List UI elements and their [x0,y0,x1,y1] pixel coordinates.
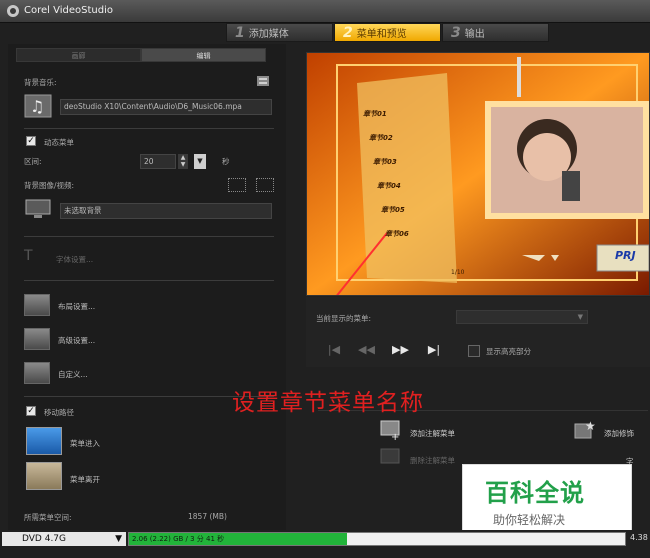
go-to-end-icon[interactable]: ▶| [426,343,442,357]
divider [24,236,274,237]
chapter-label[interactable]: 章节02 [369,133,393,143]
chapter-label[interactable]: 章节04 [377,181,401,191]
chapter-label[interactable]: 章节06 [385,229,409,239]
interval-stepper[interactable]: ▲ ▼ [178,154,188,169]
delete-note-menu-button[interactable]: 删除注解菜单 [410,455,455,466]
layout-settings-button[interactable]: 布局设置... [58,301,95,312]
bg-music-path-field[interactable]: deoStudio X10\Content\Audio\D6_Music06.m… [60,99,272,115]
chapter-label[interactable]: 章节03 [373,157,397,167]
current-menu-label: 当前显示的菜单: [316,314,372,323]
disc-type-value: DVD 4.7G [22,534,67,544]
divider [24,128,274,129]
preview-controls: 当前显示的菜单: ▼ |◀ ◀◀ ▶▶ ▶| 显示高亮部分 [306,297,650,367]
menu-enter-button[interactable]: 菜单进入 [70,438,100,449]
step-label: 菜单和预览 [356,29,407,40]
menu-enter-icon[interactable] [26,427,62,455]
step-number: 1 [235,25,245,41]
menu-leave-button[interactable]: 菜单离开 [70,474,100,485]
previous-icon[interactable]: ◀◀ [358,343,375,357]
step-menu-preview[interactable]: 2 菜单和预览 [334,23,441,42]
next-icon[interactable]: ▶▶ [392,343,409,357]
project-badge: PRJ [615,249,636,262]
disc-usage-bar: 2.06 (2.22) GB / 3 分 41 秒 [128,532,626,546]
interval-input[interactable]: 20 [140,154,176,169]
show-highlight-label: 显示高亮部分 [486,347,531,356]
disc-capacity: 4.38 [630,533,648,542]
chapter-label[interactable]: 章节01 [363,109,387,119]
page-indicator: 1/10 [451,269,465,276]
watermark: 百科全说 助你轻松解决 [462,464,632,534]
watermark-subtitle: 助你轻松解决 [493,513,566,527]
bg-image-label: 背景图像/视频: [24,181,75,190]
bg-music-label: 背景音乐: [24,78,57,87]
current-menu-dropdown[interactable]: ▼ [456,310,588,324]
tab-gallery[interactable]: 画廊 [16,48,141,62]
space-label: 所需菜单空间: [24,513,72,522]
custom-button[interactable]: 自定义... [58,369,88,380]
space-value: 1857 (MB) [188,512,227,521]
step-label: 添加媒体 [248,29,289,40]
add-decoration-icon[interactable]: ★ [572,418,598,442]
motion-menu-checkbox[interactable]: ✓ [26,136,36,146]
svg-text:♫: ♫ [30,97,44,116]
svg-text:+: + [391,432,399,440]
menu-editor-panel: 画廊 编辑 背景音乐: ♫ deoStudio X10\Content\Audi… [8,44,286,544]
step-output[interactable]: 3 输出 [442,23,549,42]
disc-type-select[interactable]: DVD 4.7G ▼ [2,532,126,546]
crop-icon[interactable] [256,178,274,192]
show-highlight-checkbox[interactable] [468,345,480,357]
music-note-icon[interactable]: ♫ [24,94,52,118]
chapter-label[interactable]: 章节05 [381,205,405,215]
preview-background [307,53,649,295]
step-number: 2 [343,25,353,41]
status-bar: DVD 4.7G ▼ 2.06 (2.22) GB / 3 分 41 秒 4.3… [0,530,650,558]
font-icon[interactable]: T [24,248,48,268]
step-label: 输出 [464,29,485,40]
delete-note-menu-icon[interactable] [380,448,402,466]
menu-leave-icon[interactable] [26,462,62,490]
chevron-down-icon: ▼ [115,534,122,544]
annotation-text: 设置章节菜单名称 [232,390,424,416]
custom-icon[interactable] [24,362,50,384]
go-to-start-icon[interactable]: |◀ [326,343,342,357]
fit-icon[interactable] [228,178,246,192]
workflow-steps: 1 添加媒体 2 菜单和预览 3 输出 [226,23,554,42]
tab-edit[interactable]: 编辑 [141,48,266,62]
motion-path-label: 移动路径 [44,408,74,417]
window-title: Corel VideoStudio [24,5,113,16]
add-note-menu-icon[interactable]: + [380,420,402,440]
watermark-title: 百科全说 [485,479,585,507]
app-logo-icon [7,5,19,17]
divider [24,280,274,281]
bg-image-field[interactable]: 未选取背景 [60,203,272,219]
step-add-media[interactable]: 1 添加媒体 [226,23,333,42]
chevron-down-icon[interactable]: ▼ [194,154,206,169]
motion-path-checkbox[interactable]: ✓ [26,406,36,416]
advanced-settings-icon[interactable] [24,328,50,350]
motion-menu-label: 动态菜单 [44,138,74,147]
layout-icon[interactable] [24,294,50,316]
add-decoration-button[interactable]: 添加修饰 [604,428,634,439]
interval-unit: 秒 [222,157,230,166]
add-note-menu-button[interactable]: 添加注解菜单 [410,428,455,439]
interval-label: 区间: [24,157,42,166]
advanced-settings-button[interactable]: 高级设置... [58,335,95,346]
menu-preview[interactable]: 章节01 章节02 章节03 章节04 章节05 章节06 1/10 PRJ [306,52,650,296]
font-settings-button[interactable]: 字体设置... [56,254,93,265]
monitor-icon[interactable] [24,198,52,220]
svg-text:★: ★ [585,419,596,433]
step-number: 3 [451,25,461,41]
folder-icon[interactable] [256,74,270,88]
disc-usage-text: 2.06 (2.22) GB / 3 分 41 秒 [132,535,225,543]
